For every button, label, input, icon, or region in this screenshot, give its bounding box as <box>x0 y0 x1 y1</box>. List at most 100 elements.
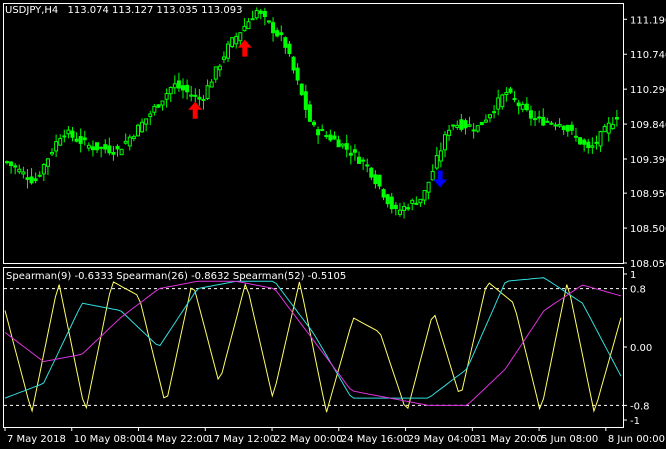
candle-body <box>565 124 570 132</box>
time-axis-label: 22 May 00:00 <box>274 434 343 445</box>
candle-body <box>553 124 558 127</box>
indicator-axis-label: 0.00 <box>630 343 652 354</box>
candle-body <box>361 159 366 162</box>
candle-body <box>209 81 214 88</box>
candle-body <box>66 129 71 135</box>
candle-body <box>496 97 501 110</box>
candle-body <box>537 116 542 119</box>
candle-body <box>500 94 505 108</box>
candle-body <box>13 165 18 168</box>
candle-body <box>181 85 186 91</box>
candle-body <box>524 103 529 111</box>
candle-body <box>74 138 79 142</box>
price-axis-label: 108.950 <box>630 189 666 200</box>
candle-body <box>135 124 140 137</box>
candle-body <box>344 143 349 150</box>
candle-body <box>131 136 136 139</box>
candle-body <box>430 170 435 181</box>
candle-body <box>9 161 14 166</box>
candle-body <box>176 80 181 89</box>
candle-body <box>381 189 386 198</box>
candle-body <box>21 171 26 175</box>
candle-body <box>115 145 120 150</box>
candle-body <box>201 98 206 101</box>
candle-body <box>123 140 128 144</box>
candle-body <box>434 155 439 169</box>
candle-body <box>90 146 95 151</box>
candle-body <box>520 103 525 110</box>
candle-body <box>221 56 226 60</box>
candle-body <box>254 10 259 19</box>
candle-body <box>389 196 394 210</box>
chart-background <box>0 0 666 449</box>
candle-body <box>426 181 431 193</box>
candle-body <box>164 92 169 100</box>
candle-body <box>283 37 288 48</box>
candle <box>578 137 583 146</box>
candle-body <box>573 135 578 138</box>
time-axis-label: 14 May 22:00 <box>141 434 210 445</box>
candle-body <box>45 158 50 167</box>
candle-body <box>185 84 190 93</box>
chart-window[interactable]: 111.190 110.740 110.290 109.840 109.390 108.9… <box>0 0 666 449</box>
candle-body <box>479 121 484 126</box>
candle-body <box>238 32 243 42</box>
candle-body <box>205 85 210 99</box>
candle-body <box>336 139 341 148</box>
symbol-title: USDJPY,H4 113.074 113.127 113.035 113.09… <box>5 5 242 16</box>
candle-body <box>99 146 104 149</box>
candle-body <box>340 143 345 147</box>
price-axis-label: 108.500 <box>630 224 666 235</box>
candle-body <box>160 100 165 106</box>
candle-body <box>561 125 566 130</box>
candle-body <box>442 134 447 151</box>
price-axis-label: 109.390 <box>630 155 666 166</box>
candle-body <box>279 32 284 36</box>
candle-body <box>397 209 402 215</box>
candle-body <box>148 113 153 117</box>
candle <box>156 104 161 108</box>
time-axis-label: 10 May 08:00 <box>74 434 143 445</box>
candle-body <box>528 110 533 119</box>
indicator-axis-label: 1 <box>630 270 636 281</box>
candle-body <box>189 94 194 97</box>
price-axis-label: 108.050 <box>630 259 666 270</box>
ohlc-values: 113.074 113.127 113.035 113.093 <box>67 5 242 16</box>
candle-body <box>459 119 464 130</box>
candle-body <box>475 125 480 132</box>
candle-body <box>111 151 116 155</box>
candle-body <box>217 65 222 71</box>
candle-body <box>307 104 312 122</box>
candle-body <box>37 174 42 177</box>
candle-body <box>377 174 382 187</box>
candle-body <box>467 124 472 127</box>
candle-body <box>463 120 468 129</box>
candle-body <box>226 43 231 59</box>
candle-body <box>410 199 415 204</box>
candle-body <box>234 35 239 45</box>
candle-body <box>549 122 554 125</box>
candle-body <box>483 119 488 123</box>
candle-body <box>373 174 378 185</box>
candle-body <box>504 92 509 96</box>
candle-body <box>303 91 308 110</box>
candle <box>135 123 140 137</box>
candle-body <box>357 156 362 164</box>
candle-body <box>332 135 337 140</box>
candle-body <box>369 167 374 178</box>
candle-body <box>287 43 292 55</box>
candle-body <box>144 118 149 125</box>
candle <box>479 121 484 126</box>
candle-body <box>492 111 497 114</box>
price-axis-label: 109.840 <box>630 120 666 131</box>
candle-body <box>610 123 615 130</box>
candle-body <box>271 22 276 34</box>
candle-body <box>70 130 75 138</box>
indicator-axis-label: 0.8 <box>630 285 646 296</box>
candle-body <box>258 10 263 14</box>
candle-body <box>213 66 218 80</box>
candle <box>119 148 124 156</box>
candle-body <box>119 148 124 156</box>
candle-body <box>320 129 325 132</box>
candle-body <box>197 96 202 100</box>
